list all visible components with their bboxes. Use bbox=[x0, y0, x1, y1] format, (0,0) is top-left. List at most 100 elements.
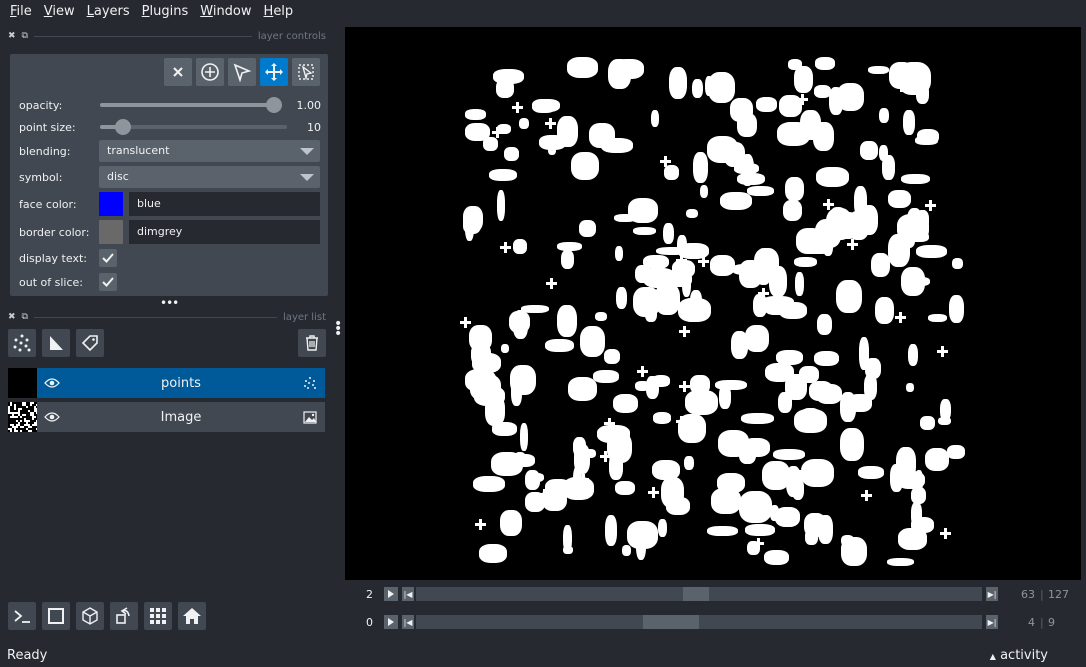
transform-button[interactable] bbox=[292, 58, 320, 86]
dim-current-value[interactable]: 4 bbox=[1028, 616, 1035, 629]
new-labels-layer-button[interactable] bbox=[76, 329, 104, 357]
image-cross bbox=[600, 451, 611, 462]
visibility-eye-icon[interactable] bbox=[37, 411, 67, 423]
layer-row-points[interactable]: points bbox=[8, 368, 325, 398]
float-dock-icon[interactable]: ⧉ bbox=[22, 312, 28, 322]
image-icon bbox=[295, 410, 325, 424]
image-blob bbox=[813, 122, 834, 151]
image-blob bbox=[719, 385, 731, 409]
delete-points-button[interactable] bbox=[164, 58, 192, 86]
layer-row-points-body[interactable]: points bbox=[37, 368, 325, 398]
square-button[interactable] bbox=[42, 602, 70, 630]
image-blob bbox=[898, 528, 927, 550]
blending-dropdown[interactable]: translucent bbox=[99, 140, 320, 162]
opacity-value: 1.00 bbox=[296, 98, 322, 112]
point-size-label: point size: bbox=[19, 120, 76, 134]
layer-name-points[interactable]: points bbox=[67, 376, 295, 391]
menu-plugins[interactable]: Plugins bbox=[136, 0, 195, 24]
dim-slider-track[interactable] bbox=[416, 615, 982, 629]
new-shapes-layer-button[interactable] bbox=[42, 329, 70, 357]
select-points-button[interactable] bbox=[228, 58, 256, 86]
opacity-slider-handle[interactable] bbox=[266, 97, 282, 113]
play-icon[interactable] bbox=[384, 615, 398, 629]
image-blob bbox=[663, 223, 674, 244]
image-blob bbox=[614, 59, 644, 79]
dim-current-value[interactable]: 63 bbox=[1021, 588, 1035, 601]
menu-file[interactable]: File bbox=[4, 0, 38, 24]
image-blob bbox=[773, 449, 805, 460]
point-size-slider[interactable] bbox=[100, 119, 287, 135]
menu-view[interactable]: View bbox=[38, 0, 81, 24]
menu-layers[interactable]: Layers bbox=[81, 0, 136, 24]
image-cross bbox=[575, 168, 586, 179]
step-forward-icon[interactable]: ▶| bbox=[986, 587, 998, 601]
toggle-ndisplay-button[interactable] bbox=[76, 602, 104, 630]
symbol-dropdown[interactable]: disc bbox=[99, 166, 320, 188]
layer-row-image-body[interactable]: Image bbox=[37, 402, 325, 432]
grid-button[interactable] bbox=[144, 602, 172, 630]
image-blob bbox=[745, 325, 769, 352]
step-back-icon[interactable]: |◀ bbox=[402, 615, 414, 629]
home-button[interactable] bbox=[178, 602, 206, 630]
image-cross bbox=[895, 312, 906, 323]
image-blob bbox=[509, 311, 530, 333]
menu-view-rest: iew bbox=[52, 4, 75, 19]
face-color-swatch[interactable] bbox=[99, 192, 123, 216]
viewer-canvas[interactable] bbox=[345, 27, 1081, 580]
image-blob bbox=[545, 339, 574, 352]
dim-axis-label: 2 bbox=[366, 587, 373, 601]
image-blob bbox=[710, 255, 735, 276]
layer-row-image[interactable]: Image bbox=[8, 402, 325, 432]
image-blob bbox=[616, 287, 627, 309]
dock-splitter-icon[interactable]: • • • bbox=[334, 317, 342, 341]
delete-layer-button[interactable] bbox=[298, 329, 326, 357]
image-blob bbox=[794, 257, 817, 267]
image-blob bbox=[700, 185, 708, 198]
image-blob bbox=[489, 169, 517, 181]
dim-slider-track[interactable] bbox=[416, 587, 982, 601]
image-blob bbox=[871, 253, 890, 277]
add-points-button[interactable] bbox=[196, 58, 224, 86]
border-color-input[interactable]: dimgrey bbox=[129, 220, 320, 244]
layer-name-image[interactable]: Image bbox=[67, 410, 295, 425]
new-points-layer-button[interactable] bbox=[8, 329, 36, 357]
display-text-checkbox[interactable] bbox=[99, 249, 117, 267]
console-button[interactable] bbox=[8, 602, 36, 630]
image-blob bbox=[601, 138, 633, 153]
image-blob bbox=[949, 295, 964, 323]
roll-dims-button[interactable] bbox=[110, 602, 138, 630]
image-blob bbox=[519, 118, 529, 129]
point-size-slider-handle[interactable] bbox=[115, 119, 131, 135]
dim-slider-thumb[interactable] bbox=[683, 587, 709, 601]
close-dock-icon[interactable]: ✖ bbox=[8, 31, 16, 41]
caret-up-icon: ▲ bbox=[989, 651, 996, 661]
splitter-handle-icon[interactable]: ••• bbox=[160, 296, 179, 310]
activity-button[interactable]: ▲ activity bbox=[990, 648, 1048, 663]
face-color-value: blue bbox=[137, 197, 161, 210]
image-blob bbox=[465, 109, 486, 120]
play-icon[interactable] bbox=[384, 587, 398, 601]
dim-slider-thumb[interactable] bbox=[643, 615, 699, 629]
border-color-swatch[interactable] bbox=[99, 220, 123, 244]
step-forward-icon[interactable]: ▶| bbox=[986, 615, 998, 629]
image-cross bbox=[847, 239, 858, 250]
menu-window[interactable]: Window bbox=[194, 0, 257, 24]
face-color-input[interactable]: blue bbox=[129, 192, 320, 216]
step-back-icon[interactable]: |◀ bbox=[402, 587, 414, 601]
select-arrow-icon bbox=[233, 63, 252, 82]
opacity-slider[interactable] bbox=[100, 97, 282, 113]
point-size-row: point size: 10 bbox=[19, 119, 321, 135]
close-dock-icon[interactable]: ✖ bbox=[8, 312, 16, 322]
image-blob bbox=[947, 445, 965, 459]
float-dock-icon[interactable]: ⧉ bbox=[22, 31, 28, 41]
display-text-row: display text: bbox=[19, 249, 321, 267]
image-blob bbox=[916, 245, 947, 258]
chevron-down-icon bbox=[300, 174, 314, 181]
image-blob bbox=[830, 212, 862, 239]
image-cross bbox=[660, 156, 671, 167]
menu-window-rest: indow bbox=[212, 4, 252, 19]
menu-help[interactable]: Help bbox=[258, 0, 300, 24]
visibility-eye-icon[interactable] bbox=[37, 377, 67, 389]
pan-zoom-button[interactable] bbox=[260, 58, 288, 86]
out-of-slice-checkbox[interactable] bbox=[99, 273, 117, 291]
